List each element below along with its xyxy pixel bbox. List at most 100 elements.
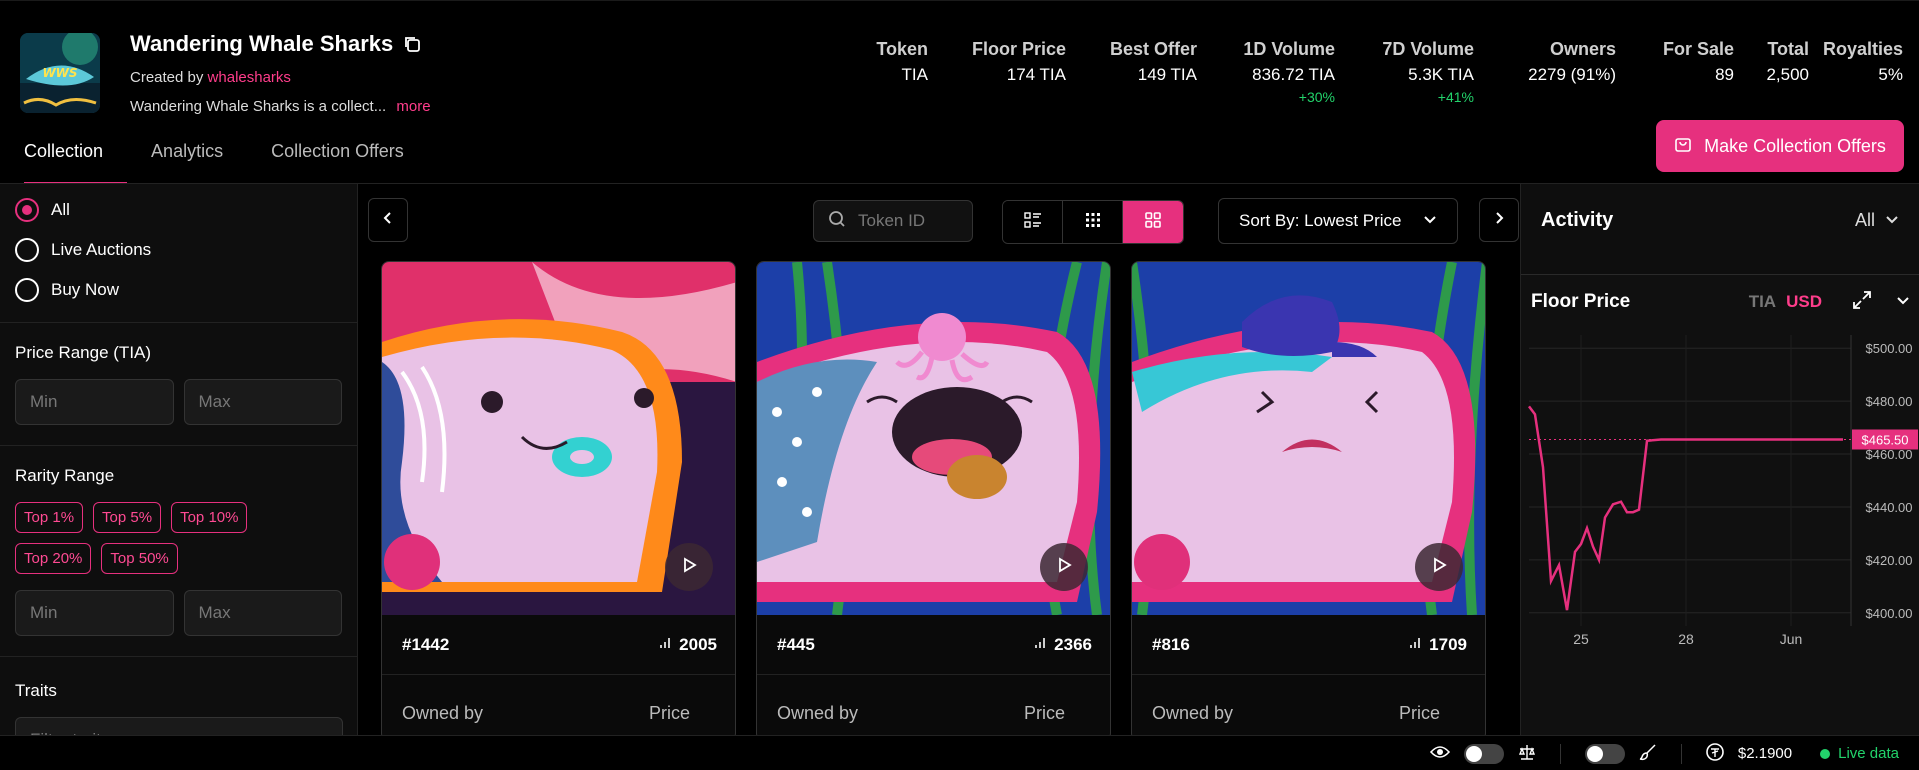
collection-description: Wandering Whale Sharks is a collect... m…	[130, 98, 431, 115]
radio-buy-now[interactable]: Buy Now	[0, 270, 357, 310]
card-info: #1442 2005	[382, 615, 735, 675]
tab-analytics[interactable]: Analytics	[127, 131, 247, 184]
price-range-section: Price Range (TIA) Min Max	[0, 323, 357, 446]
offer-button-label: Make Collection Offers	[1704, 135, 1886, 156]
rarity-chip-top-10[interactable]: Top 10%	[171, 502, 248, 533]
currency-toggle: TIA USD	[1749, 292, 1822, 312]
title-row: Wandering Whale Sharks	[130, 31, 421, 57]
nft-image[interactable]	[757, 262, 1110, 615]
rarity-range-section: Rarity Range Top 1% Top 5% Top 10% Top 2…	[0, 446, 357, 657]
chevron-right-icon	[1492, 211, 1506, 230]
expand-activity-button[interactable]	[1479, 198, 1519, 242]
nft-card[interactable]: #816 1709 Owned by Price	[1131, 261, 1486, 735]
price-label: Price	[1023, 703, 1065, 723]
creator-link[interactable]: whalesharks	[208, 69, 291, 86]
nft-card[interactable]: #445 2366 Owned by Price	[756, 261, 1111, 735]
radio-selected-icon	[15, 198, 39, 222]
stat-value: 2,500	[1766, 65, 1809, 84]
filter-traits-input[interactable]: Filter traits	[15, 717, 343, 735]
x-tick-label: Jun	[1780, 631, 1803, 647]
traits-title: Traits	[15, 681, 57, 700]
rarity-chip-top-20[interactable]: Top 20%	[15, 543, 92, 574]
card-footer: Owned by Price	[382, 675, 735, 724]
token-id: #816	[1152, 634, 1190, 654]
card-footer: Owned by Price	[1132, 675, 1485, 724]
expand-icon[interactable]	[1852, 290, 1872, 315]
rarity-chip-top-5[interactable]: Top 5%	[93, 502, 162, 533]
filter-sidebar: All Live Auctions Buy Now Price Range (T…	[0, 184, 358, 735]
stat-token: Token TIA	[836, 39, 928, 105]
price-max-input[interactable]: Max	[183, 379, 342, 425]
collection-logo: WWS	[20, 33, 100, 113]
stat-value: TIA	[901, 65, 928, 84]
play-button[interactable]	[1040, 543, 1088, 591]
make-collection-offers-button[interactable]: Make Collection Offers	[1656, 120, 1904, 172]
stat-change: +30%	[1298, 89, 1335, 105]
stat-value: 174 TIA	[1006, 65, 1066, 84]
theme-toggle[interactable]	[1584, 743, 1625, 764]
collection-tabs: Collection Analytics Collection Offers	[0, 131, 428, 184]
rarity-chip-top-50[interactable]: Top 50%	[101, 543, 178, 574]
hide-toggle[interactable]	[1463, 743, 1504, 764]
rank-value: 2366	[1054, 634, 1092, 654]
stat-label: For Sale	[1662, 39, 1734, 59]
live-data-label: Live data	[1838, 745, 1899, 762]
search-placeholder: Token ID	[858, 211, 926, 230]
small-grid-button[interactable]	[1063, 201, 1123, 243]
more-link[interactable]: more	[396, 98, 430, 115]
collection-header: WWS Wandering Whale Sharks Created by wh…	[0, 0, 1919, 184]
stat-label: Royalties	[1822, 39, 1903, 59]
nft-image[interactable]	[382, 262, 735, 615]
radio-live-auctions[interactable]: Live Auctions	[0, 230, 357, 270]
chevron-left-icon	[381, 211, 395, 230]
floor-price-chart[interactable]: $500.00$480.00$460.00$440.00$420.00$400.…	[1521, 329, 1919, 659]
rarity-min-input[interactable]: Min	[15, 590, 174, 636]
search-icon	[828, 210, 846, 233]
view-mode-group	[1002, 200, 1184, 244]
collapse-filters-button[interactable]	[368, 198, 408, 242]
x-tick-label: 28	[1678, 631, 1694, 647]
eye-icon	[1429, 745, 1450, 763]
token-id: #445	[777, 634, 815, 654]
rarity-chip-top-1[interactable]: Top 1%	[15, 502, 84, 533]
activity-filter-label: All	[1854, 209, 1875, 230]
stat-value: 836.72 TIA	[1252, 65, 1335, 84]
rank-value: 1709	[1429, 634, 1467, 654]
currency-tia[interactable]: TIA	[1749, 292, 1776, 312]
currency-usd[interactable]: USD	[1786, 292, 1822, 312]
activity-header: Activity All	[1521, 184, 1919, 256]
radio-label: Live Auctions	[51, 240, 152, 259]
large-grid-button[interactable]	[1123, 201, 1183, 243]
brush-icon	[1639, 743, 1657, 765]
play-button[interactable]	[665, 543, 713, 591]
tab-collection[interactable]: Collection	[0, 131, 128, 184]
play-icon	[1056, 556, 1072, 578]
current-price-label: $465.50	[1862, 432, 1909, 447]
radio-all[interactable]: All	[0, 190, 357, 230]
token-logo-icon	[1706, 742, 1724, 765]
copy-icon[interactable]	[403, 35, 421, 53]
items-grid-area: Token ID Sort By: Lowest Price #1442 200…	[359, 184, 1520, 735]
chevron-down-icon[interactable]	[1896, 293, 1910, 312]
activity-filter-dropdown[interactable]: All	[1855, 210, 1899, 231]
y-tick-label: $420.00	[1866, 553, 1913, 568]
small-grid-icon	[1084, 211, 1102, 234]
rarity-max-input[interactable]: Max	[183, 590, 342, 636]
stat-value: 89	[1715, 65, 1734, 84]
nft-card[interactable]: #1442 2005 Owned by Price	[381, 261, 736, 735]
price-min-input[interactable]: Min	[15, 379, 174, 425]
list-view-button[interactable]	[1003, 201, 1063, 243]
nft-image[interactable]	[1132, 262, 1485, 615]
sort-dropdown[interactable]: Sort By: Lowest Price	[1218, 198, 1458, 244]
stat-label: Owners	[1549, 39, 1616, 59]
live-dot-icon	[1820, 748, 1831, 759]
floor-price-actions	[1852, 290, 1910, 315]
token-id-search[interactable]: Token ID	[813, 200, 973, 242]
stat-value: 5.3K TIA	[1408, 65, 1474, 84]
rank-bars-icon	[1409, 635, 1423, 655]
svg-text:WWS: WWS	[42, 66, 77, 80]
footer-separator	[1680, 743, 1682, 764]
owned-by-label: Owned by	[402, 703, 484, 723]
tab-collection-offers[interactable]: Collection Offers	[247, 131, 428, 184]
play-button[interactable]	[1415, 543, 1463, 591]
